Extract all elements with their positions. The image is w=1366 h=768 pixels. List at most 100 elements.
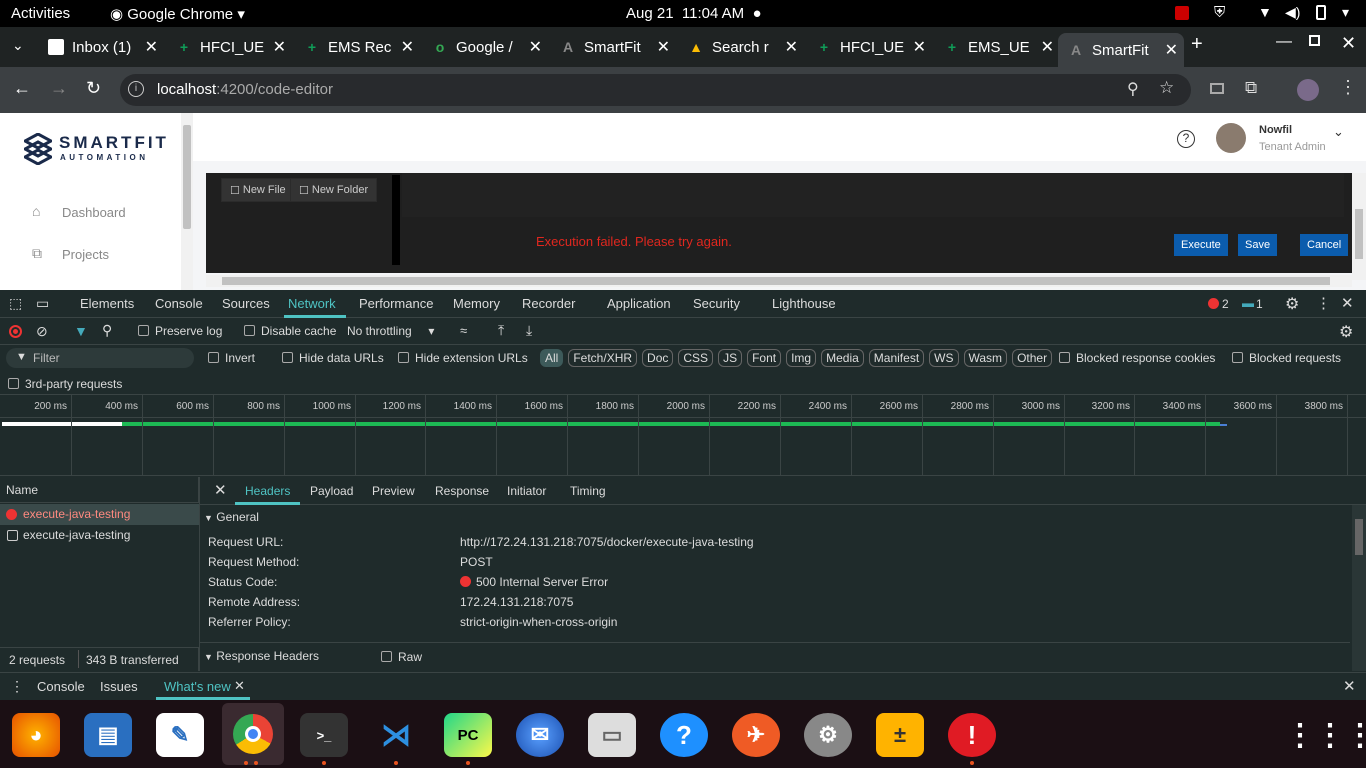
filter-chip-img[interactable]: Img <box>786 349 817 367</box>
tab-close-icon[interactable]: ✕ <box>1165 40 1178 60</box>
devtools-tab-sources[interactable]: Sources <box>222 296 270 311</box>
filter-chip-doc[interactable]: Doc <box>642 349 674 367</box>
inspect-element-icon[interactable]: ⬚ <box>9 295 22 312</box>
cancel-button[interactable]: Cancel <box>1300 234 1349 256</box>
devtools-tab-recorder[interactable]: Recorder <box>522 296 575 311</box>
chrome-dock-icon[interactable] <box>222 703 284 765</box>
network-conditions-icon[interactable]: ≈ <box>460 323 467 338</box>
error-count[interactable]: 2 <box>1222 297 1229 311</box>
filter-chip-media[interactable]: Media <box>821 349 864 367</box>
drawer-tab-issues[interactable]: Issues <box>100 679 138 694</box>
detail-scroll-thumb[interactable] <box>1355 519 1363 555</box>
hide-data-urls-checkbox[interactable]: Hide data URLs <box>282 351 384 365</box>
detail-tab-initiator[interactable]: Initiator <box>507 484 546 498</box>
devtools-tab-network[interactable]: Network <box>288 296 336 311</box>
raw-checkbox[interactable]: Raw <box>381 650 422 664</box>
profile-avatar[interactable] <box>1297 79 1319 101</box>
horizontal-scroll-thumb[interactable] <box>222 277 1330 285</box>
error-count-icon[interactable] <box>1208 298 1219 309</box>
nav-item-projects[interactable]: ⧉ Projects <box>32 245 109 263</box>
filter-chip-js[interactable]: JS <box>718 349 743 367</box>
header-value[interactable]: POST <box>460 555 493 569</box>
search-icon[interactable]: ⚲ <box>102 322 112 339</box>
browser-tab[interactable]: A SmartFit ✕ <box>1058 33 1184 67</box>
user-menu-chevron-icon[interactable]: ⌄ <box>1333 124 1344 140</box>
extensions-icon[interactable]: ⧉ <box>1245 78 1257 98</box>
detail-tab-headers[interactable]: Headers <box>245 484 290 498</box>
system-menu-icon[interactable]: ▾ <box>1342 4 1349 21</box>
clock[interactable]: Aug 21 11:04 AM ● <box>626 5 762 22</box>
clear-icon[interactable]: ⊘ <box>36 323 48 340</box>
new-tab-button[interactable]: + <box>1191 33 1203 56</box>
header-value[interactable]: 500 Internal Server Error <box>460 575 608 589</box>
import-har-icon[interactable]: ⤒ <box>498 322 504 339</box>
explorer-scrollbar[interactable] <box>392 175 400 265</box>
name-column-header[interactable]: Name <box>0 477 199 503</box>
disable-cache-checkbox[interactable]: Disable cache <box>244 324 336 338</box>
network-overview-timeline[interactable]: 200 ms 400 ms 600 ms 800 ms 1000 ms 1200 ms 14… <box>0 395 1366 476</box>
writer-icon[interactable]: ▤ <box>84 713 132 757</box>
settings-app-icon[interactable]: ⚙ <box>804 713 852 757</box>
browser-tab[interactable]: + EMS Rec ✕ <box>296 32 420 62</box>
drawer-tab-console[interactable]: Console <box>37 679 85 694</box>
sidebar-scroll-thumb[interactable] <box>183 125 191 229</box>
browser-tab[interactable]: ▲ Search r ✕ <box>680 32 804 62</box>
activities-button[interactable]: Activities <box>11 5 70 22</box>
filter-chip-css[interactable]: CSS <box>678 349 714 367</box>
help-app-icon[interactable]: ? <box>660 713 708 757</box>
devtools-tab-security[interactable]: Security <box>693 296 740 311</box>
devtools-tab-application[interactable]: Application <box>607 296 671 311</box>
user-avatar[interactable] <box>1216 123 1246 153</box>
blocked-requests-checkbox[interactable]: Blocked requests <box>1232 351 1341 365</box>
reload-icon[interactable]: ↻ <box>86 78 101 99</box>
editor-area[interactable] <box>402 173 1344 217</box>
tab-close-icon[interactable]: ✕ <box>401 37 414 57</box>
text-editor-icon[interactable]: ✎ <box>156 713 204 757</box>
horizontal-scrollbar[interactable] <box>206 275 1352 287</box>
browser-tab[interactable]: + EMS_UE ✕ <box>936 32 1060 62</box>
record-network-icon[interactable] <box>9 325 22 338</box>
drawer-menu-icon[interactable]: ⋮ <box>10 678 24 695</box>
browser-tab[interactable]: M Inbox (1) ✕ <box>40 32 164 62</box>
close-detail-icon[interactable]: ✕ <box>214 481 227 499</box>
save-button[interactable]: Save <box>1238 234 1278 256</box>
settings-gear-icon[interactable]: ⚙ <box>1285 294 1299 314</box>
general-section-toggle[interactable]: ▼ General <box>204 510 259 524</box>
message-count[interactable]: 1 <box>1256 297 1263 311</box>
devtools-tab-elements[interactable]: Elements <box>80 296 134 311</box>
cast-icon[interactable] <box>1210 83 1224 94</box>
execute-button[interactable]: Execute <box>1174 234 1228 256</box>
hide-extension-urls-checkbox[interactable]: Hide extension URLs <box>398 351 528 365</box>
back-icon[interactable]: ← <box>13 78 31 99</box>
firefox-icon[interactable]: ◕ <box>12 713 60 757</box>
browser-tab[interactable]: + HFCI_UE ✕ <box>808 32 932 62</box>
vscode-icon[interactable]: ⋊ <box>372 713 420 757</box>
tab-close-icon[interactable]: ✕ <box>913 37 926 57</box>
preserve-log-checkbox[interactable]: Preserve log <box>138 324 222 338</box>
export-har-icon[interactable]: ⤓ <box>526 322 532 339</box>
tab-close-icon[interactable]: ✕ <box>785 37 798 57</box>
app-menu[interactable]: ◉ Google Chrome ▾ <box>110 5 245 23</box>
header-value[interactable]: strict-origin-when-cross-origin <box>460 615 617 629</box>
wifi-icon[interactable]: ▼ <box>1258 4 1272 20</box>
site-info-icon[interactable]: i <box>128 81 144 97</box>
terminal-icon[interactable]: >_ <box>300 713 348 757</box>
filter-chip-ws[interactable]: WS <box>929 349 959 367</box>
tab-close-icon[interactable]: ✕ <box>529 37 542 57</box>
error-reporter-icon[interactable]: ! <box>948 713 996 757</box>
drawer-tab-whats-new[interactable]: What's new <box>164 679 231 694</box>
minimize-button[interactable]: — <box>1276 33 1292 51</box>
filter-icon[interactable]: ▼ <box>74 323 88 339</box>
browser-tab[interactable]: + HFCI_UE ✕ <box>168 32 292 62</box>
tab-close-icon[interactable]: ✕ <box>145 37 158 57</box>
new-folder-button[interactable]: ☐ New Folder <box>290 178 378 202</box>
battery-icon[interactable] <box>1316 5 1326 20</box>
help-icon[interactable]: ? <box>1177 130 1195 148</box>
detail-tab-response[interactable]: Response <box>435 484 489 498</box>
header-value[interactable]: 172.24.131.218:7075 <box>460 595 573 609</box>
zoom-icon[interactable]: ⚲ <box>1127 79 1139 99</box>
devtools-tab-memory[interactable]: Memory <box>453 296 500 311</box>
thunderbird-icon[interactable]: ✉ <box>516 713 564 757</box>
browser-tab[interactable]: o Google / ✕ <box>424 32 548 62</box>
device-toolbar-icon[interactable]: ▭ <box>36 295 49 312</box>
